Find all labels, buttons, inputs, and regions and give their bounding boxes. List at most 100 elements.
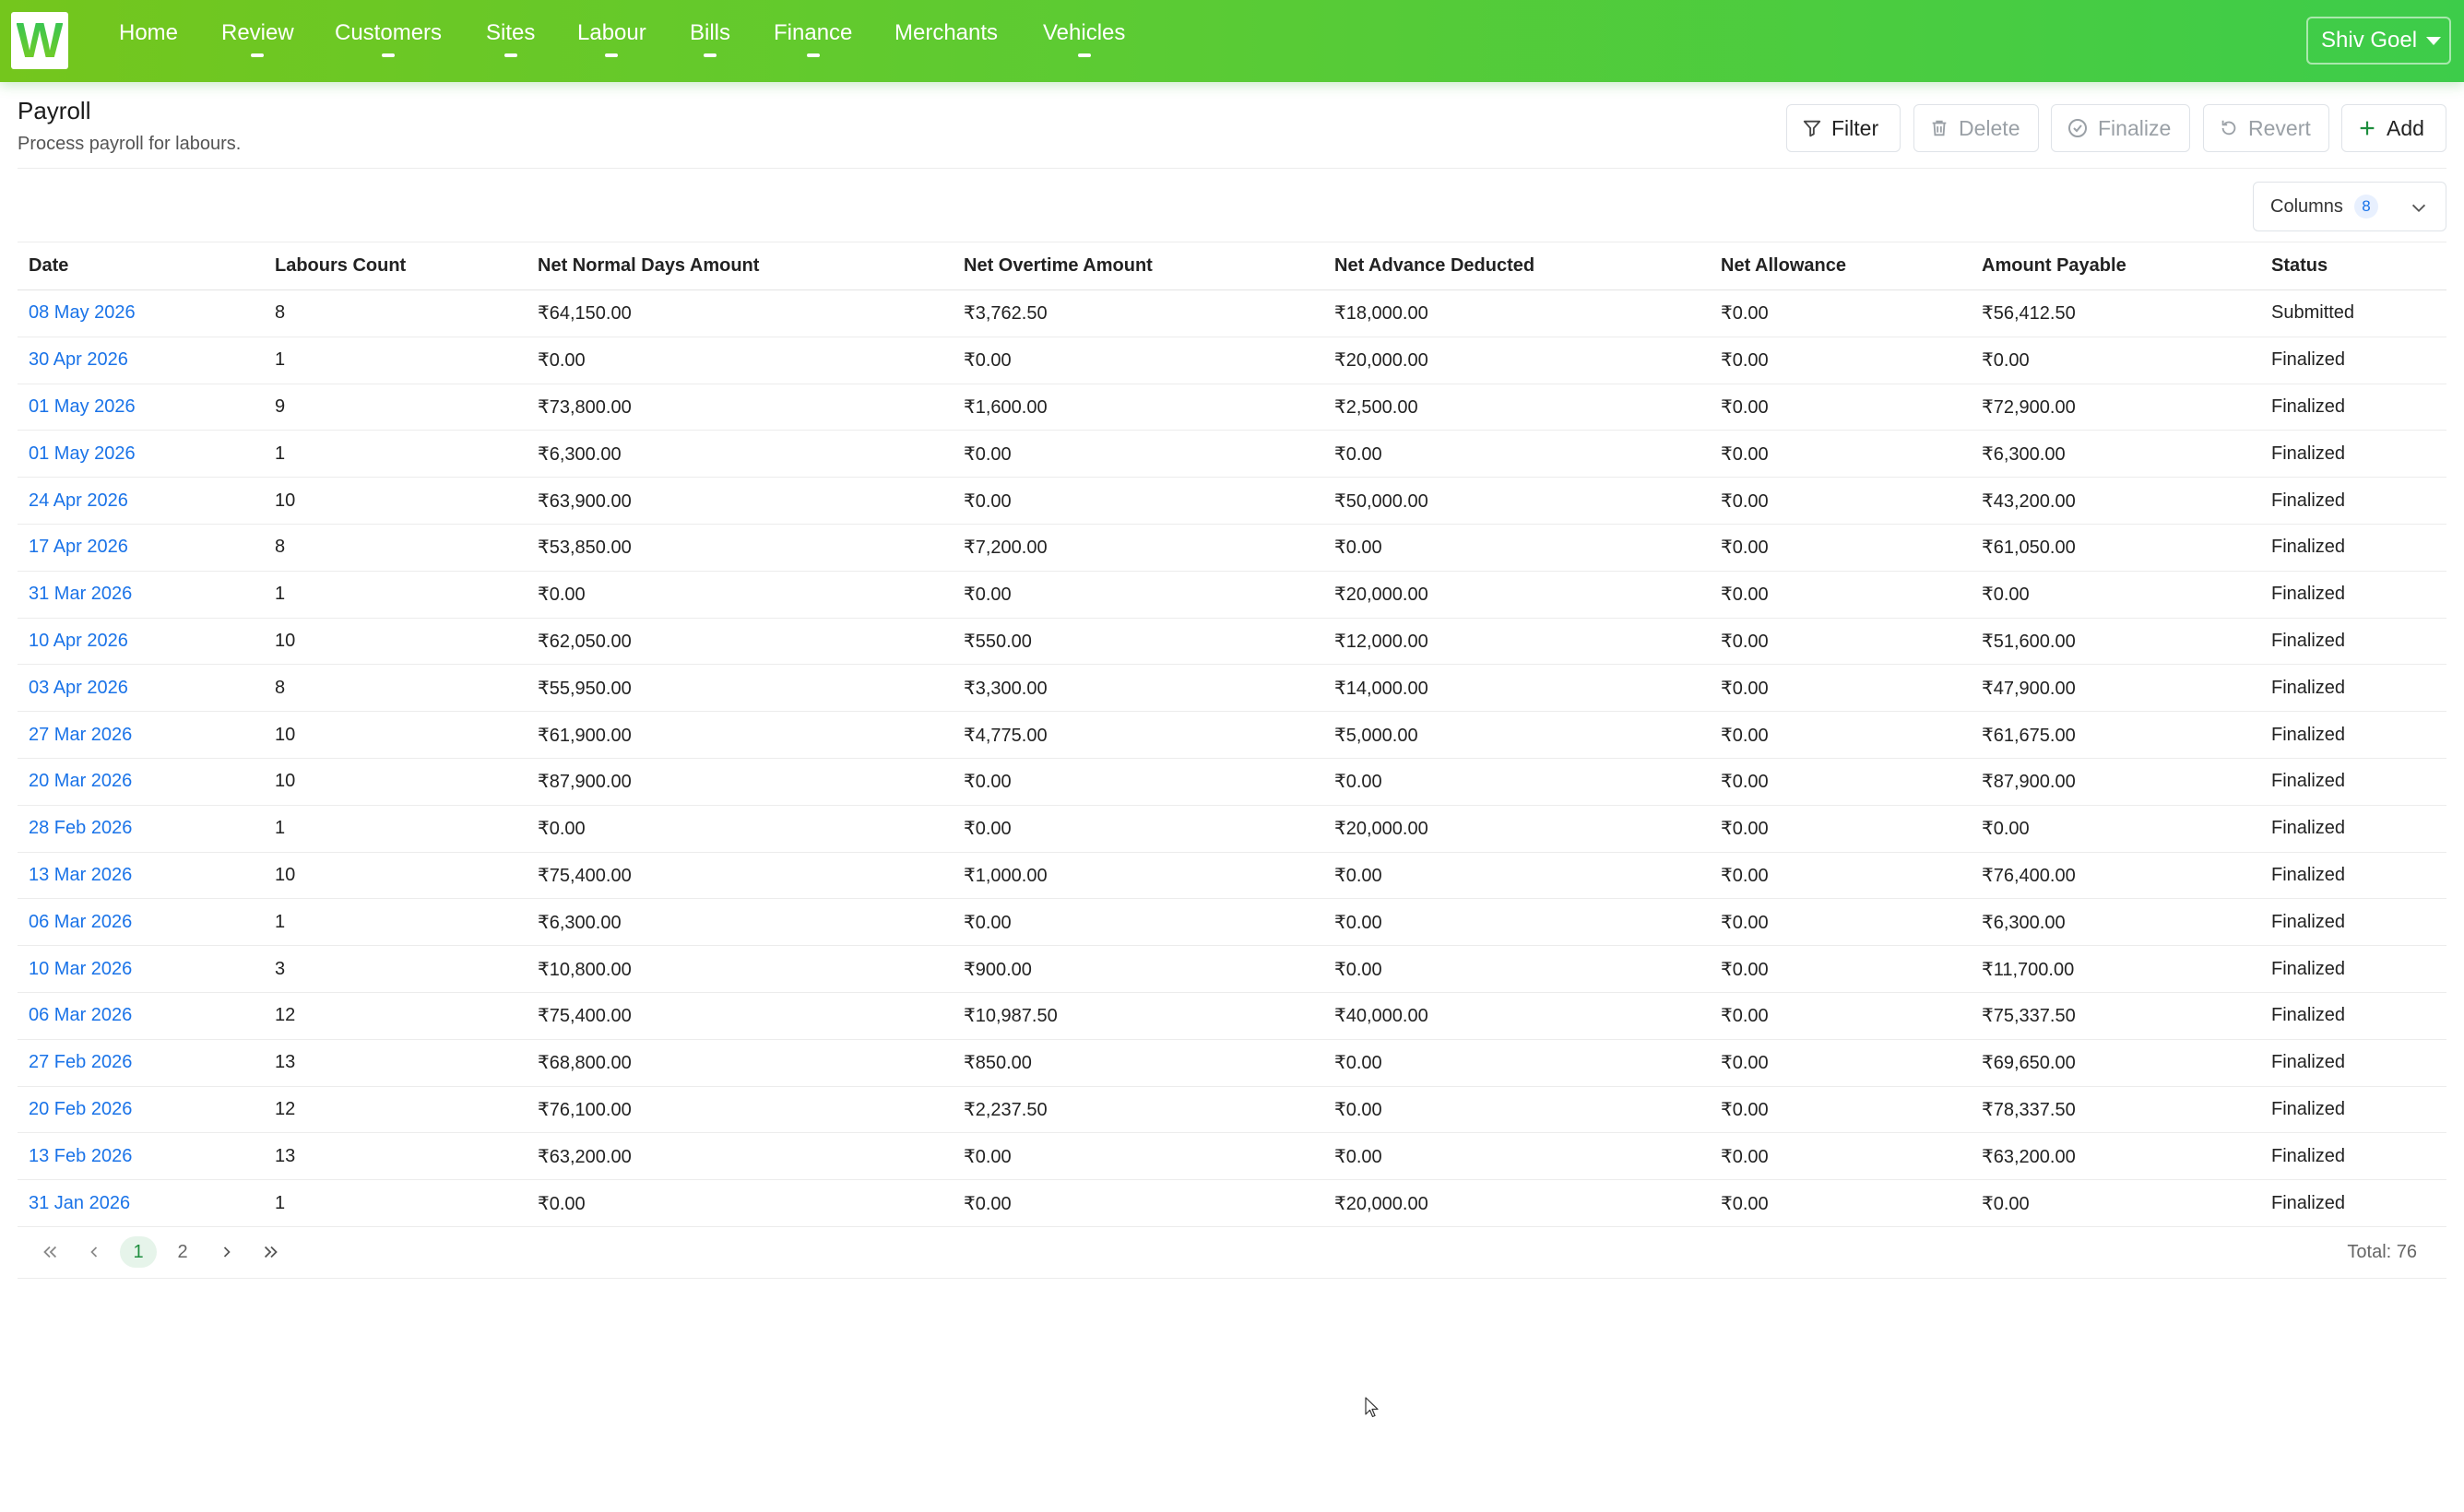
next-page-button[interactable] — [208, 1236, 245, 1268]
date-link[interactable]: 01 May 2026 — [18, 384, 264, 431]
date-link[interactable]: 06 Mar 2026 — [18, 898, 264, 947]
nav-finance[interactable]: Finance — [774, 20, 852, 61]
column-header[interactable]: Labours Count — [264, 242, 527, 290]
table-row[interactable]: 27 Feb 2026 13 ₹68,800.00 ₹850.00 ₹0.00 ₹0.00… — [18, 1039, 2446, 1087]
table-row[interactable]: 28 Feb 2026 1 ₹0.00 ₹0.00 ₹20,000.00 ₹0.00 ₹0.… — [18, 805, 2446, 853]
date-link[interactable]: 13 Feb 2026 — [18, 1132, 264, 1181]
date-link[interactable]: 10 Mar 2026 — [18, 945, 264, 993]
date-link[interactable]: 20 Mar 2026 — [18, 758, 264, 806]
date-link[interactable]: 30 Apr 2026 — [18, 337, 264, 384]
table-cell: ₹0.00 — [1323, 1132, 1710, 1181]
chevron-left-icon — [90, 1246, 98, 1258]
table-row[interactable]: 27 Mar 2026 10 ₹61,900.00 ₹4,775.00 ₹5,000.0… — [18, 711, 2446, 759]
date-link[interactable]: 01 May 2026 — [18, 430, 264, 478]
delete-button[interactable]: Delete — [1913, 104, 2039, 152]
date-link[interactable]: 31 Mar 2026 — [18, 571, 264, 619]
table-row[interactable]: 01 May 2026 1 ₹6,300.00 ₹0.00 ₹0.00 ₹0.00 ₹6,3… — [18, 430, 2446, 478]
table-row[interactable]: 08 May 2026 8 ₹64,150.00 ₹3,762.50 ₹18,000.0… — [18, 289, 2446, 337]
nav-home[interactable]: Home — [119, 20, 178, 61]
finalize-button[interactable]: Finalize — [2051, 104, 2190, 152]
table-cell: ₹0.00 — [1323, 524, 1710, 572]
table-cell: ₹87,900.00 — [1971, 758, 2260, 806]
date-link[interactable]: 10 Apr 2026 — [18, 618, 264, 666]
table-row[interactable]: 06 Mar 2026 12 ₹75,400.00 ₹10,987.50 ₹40,000… — [18, 992, 2446, 1040]
table-row[interactable]: 31 Mar 2026 1 ₹0.00 ₹0.00 ₹20,000.00 ₹0.00 ₹0.… — [18, 571, 2446, 619]
table-cell: ₹5,000.00 — [1323, 711, 1710, 759]
page-2-button[interactable]: 2 — [164, 1236, 201, 1268]
table-cell: ₹20,000.00 — [1323, 805, 1710, 853]
add-button[interactable]: Add — [2341, 104, 2446, 152]
table-row[interactable]: 30 Apr 2026 1 ₹0.00 ₹0.00 ₹20,000.00 ₹0.00 ₹0.… — [18, 337, 2446, 384]
date-link[interactable]: 06 Mar 2026 — [18, 992, 264, 1040]
column-header[interactable]: Date — [18, 242, 264, 290]
payroll-table: Date Labours Count Net Normal Days Amount N… — [18, 242, 2446, 1227]
table-cell: ₹61,050.00 — [1971, 524, 2260, 572]
table-cell: ₹69,650.00 — [1971, 1039, 2260, 1087]
table-row[interactable]: 13 Feb 2026 13 ₹63,200.00 ₹0.00 ₹0.00 ₹0.00 ₹6… — [18, 1132, 2446, 1181]
last-page-button[interactable] — [253, 1236, 290, 1268]
table-row[interactable]: 10 Mar 2026 3 ₹10,800.00 ₹900.00 ₹0.00 ₹0.00 ₹… — [18, 945, 2446, 993]
date-link[interactable]: 31 Jan 2026 — [18, 1179, 264, 1227]
nav-labour[interactable]: Labour — [577, 20, 646, 61]
column-header[interactable]: Net Advance Deducted — [1323, 242, 1710, 290]
user-menu-button[interactable]: Shiv Goel — [2306, 17, 2451, 65]
filter-button[interactable]: Filter — [1786, 104, 1901, 152]
table-row[interactable]: 06 Mar 2026 1 ₹6,300.00 ₹0.00 ₹0.00 ₹0.00 ₹6,3… — [18, 898, 2446, 947]
column-header[interactable]: Net Allowance — [1710, 242, 1971, 290]
app-logo[interactable]: W — [11, 12, 68, 69]
dropdown-indicator-icon — [503, 53, 517, 57]
nav-merchants[interactable]: Merchants — [894, 20, 998, 61]
table-cell: 10 — [264, 852, 527, 900]
table-row[interactable]: 20 Feb 2026 12 ₹76,100.00 ₹2,237.50 ₹0.00 ₹0.… — [18, 1086, 2446, 1134]
table-cell: ₹0.00 — [527, 571, 953, 619]
table-row[interactable]: 10 Apr 2026 10 ₹62,050.00 ₹550.00 ₹12,000.00… — [18, 618, 2446, 666]
columns-dropdown[interactable]: Columns 8 — [2253, 182, 2446, 231]
dropdown-indicator-icon — [806, 53, 820, 57]
user-name: Shiv Goel — [2321, 28, 2418, 53]
first-page-button[interactable] — [31, 1236, 68, 1268]
nav-customers[interactable]: Customers — [335, 20, 442, 61]
table-cell: ₹63,200.00 — [1971, 1132, 2260, 1181]
date-link[interactable]: 24 Apr 2026 — [18, 477, 264, 525]
table-row[interactable]: 03 Apr 2026 8 ₹55,950.00 ₹3,300.00 ₹14,000.0… — [18, 664, 2446, 713]
table-cell: ₹18,000.00 — [1323, 289, 1710, 337]
nav-sites[interactable]: Sites — [486, 20, 535, 61]
date-link[interactable]: 17 Apr 2026 — [18, 524, 264, 572]
table-cell: ₹63,900.00 — [527, 477, 953, 525]
page-1-button[interactable]: 1 — [120, 1236, 157, 1268]
table-row[interactable]: 13 Mar 2026 10 ₹75,400.00 ₹1,000.00 ₹0.00 ₹0.… — [18, 852, 2446, 900]
table-cell: ₹0.00 — [1971, 805, 2260, 853]
revert-icon — [2221, 120, 2236, 136]
table-row[interactable]: 31 Jan 2026 1 ₹0.00 ₹0.00 ₹20,000.00 ₹0.00 ₹0.… — [18, 1179, 2446, 1227]
table-cell: ₹40,000.00 — [1323, 992, 1710, 1040]
table-row[interactable]: 17 Apr 2026 8 ₹53,850.00 ₹7,200.00 ₹0.00 ₹0.0… — [18, 524, 2446, 572]
date-link[interactable]: 20 Feb 2026 — [18, 1086, 264, 1134]
nav-vehicles[interactable]: Vehicles — [1043, 20, 1125, 61]
nav-bills-label: Bills — [690, 20, 731, 45]
table-cell: Finalized — [2260, 1086, 2446, 1134]
finalize-button-label: Finalize — [2098, 115, 2172, 140]
mouse-pointer-icon — [1365, 1397, 1379, 1418]
column-header[interactable]: Amount Payable — [1971, 242, 2260, 290]
prev-page-button[interactable] — [76, 1236, 113, 1268]
date-link[interactable]: 13 Mar 2026 — [18, 852, 264, 900]
date-link[interactable]: 27 Mar 2026 — [18, 711, 264, 759]
date-link[interactable]: 03 Apr 2026 — [18, 664, 264, 713]
date-link[interactable]: 08 May 2026 — [18, 289, 264, 337]
nav-bills[interactable]: Bills — [690, 20, 730, 61]
table-cell: ₹6,300.00 — [527, 898, 953, 947]
column-header[interactable]: Net Normal Days Amount — [527, 242, 953, 290]
page-subtitle: Process payroll for labours. — [18, 134, 242, 154]
nav-review[interactable]: Review — [221, 20, 294, 61]
table-row[interactable]: 24 Apr 2026 10 ₹63,900.00 ₹0.00 ₹50,000.00 ₹0… — [18, 477, 2446, 525]
column-header[interactable]: Status — [2260, 242, 2446, 290]
nav-home-label: Home — [119, 20, 179, 45]
revert-button[interactable]: Revert — [2203, 104, 2329, 152]
date-link[interactable]: 27 Feb 2026 — [18, 1039, 264, 1087]
nav-merchants-label: Merchants — [894, 20, 999, 45]
table-cell: ₹0.00 — [1710, 477, 1971, 525]
date-link[interactable]: 28 Feb 2026 — [18, 805, 264, 853]
table-row[interactable]: 20 Mar 2026 10 ₹87,900.00 ₹0.00 ₹0.00 ₹0.00 ₹8… — [18, 758, 2446, 806]
column-header[interactable]: Net Overtime Amount — [953, 242, 1323, 290]
table-row[interactable]: 01 May 2026 9 ₹73,800.00 ₹1,600.00 ₹2,500.00… — [18, 384, 2446, 431]
